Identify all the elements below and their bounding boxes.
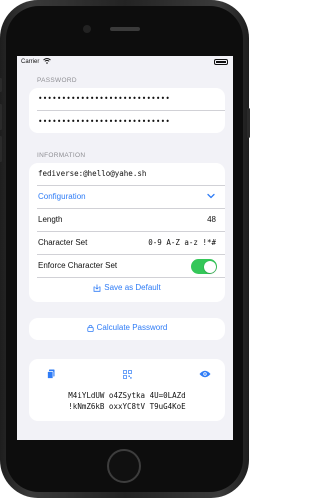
confirm-password-value: •••••••••••••••••••••••••••• — [38, 117, 171, 126]
result-actions — [29, 369, 225, 381]
enforce-charset-toggle[interactable] — [191, 259, 217, 274]
divider — [37, 276, 225, 277]
battery-icon — [214, 59, 228, 65]
generated-password-line-1: M4iYLdUW o4ZSytka 4U=0LAZd — [68, 391, 186, 400]
divider — [37, 207, 225, 208]
divider — [37, 253, 225, 254]
earpiece-speaker — [110, 27, 140, 31]
calculate-password-button[interactable]: Calculate Password — [29, 323, 225, 332]
wifi-icon — [43, 58, 51, 66]
divider — [37, 184, 225, 185]
chevron-down-icon — [207, 193, 215, 199]
length-label: Length — [38, 215, 63, 224]
toggle-knob — [203, 260, 216, 273]
configuration-disclosure[interactable]: Configuration — [29, 186, 225, 208]
eye-icon[interactable] — [199, 370, 211, 378]
qr-code-icon[interactable] — [123, 370, 132, 379]
divider — [37, 230, 225, 231]
save-default-row[interactable]: Save as Default — [29, 278, 225, 300]
front-camera — [83, 25, 91, 33]
volume-up-button — [0, 104, 2, 130]
home-button[interactable] — [107, 449, 141, 483]
charset-row[interactable]: Character Set 0-9 A-Z a-z !*# — [29, 232, 225, 254]
app-screen: Carrier PASSWORD •••••••••••••••••••••••… — [17, 56, 233, 440]
length-row[interactable]: Length 48 — [29, 209, 225, 231]
calculate-password-label: Calculate Password — [96, 323, 168, 332]
information-section-header: INFORMATION — [37, 152, 86, 159]
copy-icon[interactable] — [47, 369, 55, 379]
save-icon — [93, 284, 101, 292]
calculate-card: Calculate Password — [29, 318, 225, 340]
enforce-charset-row: Enforce Character Set — [29, 255, 225, 277]
master-password-value: •••••••••••••••••••••••••••• — [38, 94, 171, 103]
charset-value[interactable]: 0-9 A-Z a-z !*# — [148, 238, 216, 247]
carrier-label: Carrier — [21, 59, 40, 65]
phone-frame: Carrier PASSWORD •••••••••••••••••••••••… — [0, 0, 250, 498]
password-section-header: PASSWORD — [37, 77, 77, 84]
enforce-charset-label: Enforce Character Set — [38, 261, 118, 270]
information-card: fediverse:@hello@yahe.sh Configuration L… — [29, 163, 225, 302]
divider — [37, 109, 225, 110]
site-value: fediverse:@hello@yahe.sh — [38, 169, 147, 178]
site-field[interactable]: fediverse:@hello@yahe.sh — [29, 163, 225, 185]
status-bar: Carrier — [17, 56, 233, 68]
mute-switch — [0, 78, 2, 92]
configuration-label: Configuration — [38, 192, 86, 201]
lock-icon — [87, 324, 94, 332]
generated-password-line-2: !kNmZ6kB oxxYC8tV T9uG4KoE — [68, 402, 186, 411]
volume-down-button — [0, 136, 2, 162]
power-button — [247, 108, 250, 138]
master-password-field[interactable]: •••••••••••••••••••••••••••• — [29, 88, 225, 110]
password-card: •••••••••••••••••••••••••••• •••••••••••… — [29, 88, 225, 133]
result-card: M4iYLdUW o4ZSytka 4U=0LAZd !kNmZ6kB oxxY… — [29, 359, 225, 421]
length-value[interactable]: 48 — [207, 215, 216, 224]
charset-label: Character Set — [38, 238, 88, 247]
confirm-password-field[interactable]: •••••••••••••••••••••••••••• — [29, 111, 225, 133]
save-as-default-button[interactable]: Save as Default — [29, 283, 225, 292]
save-as-default-label: Save as Default — [104, 283, 161, 292]
